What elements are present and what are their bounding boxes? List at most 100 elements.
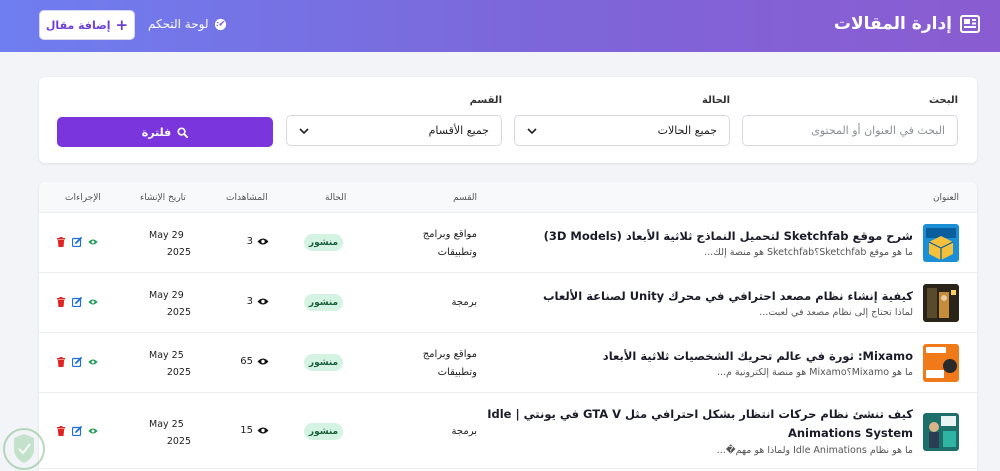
search-label: البحث: [928, 95, 958, 106]
category-label: القسم: [469, 95, 502, 106]
eye-icon: [257, 427, 269, 434]
filter-panel: البحث البحث في العنوان أو المحتوى الحالة…: [39, 77, 977, 163]
th-created: تاريخ الإنشاء: [140, 193, 186, 203]
category-selected: جميع الأقسام: [428, 124, 489, 137]
created-date: May 25 2025: [149, 347, 191, 381]
row-actions: [56, 237, 102, 247]
category-line: مواقع وبرامج: [422, 349, 477, 360]
th-title: العنوان: [932, 193, 959, 203]
status-badge: منشور: [304, 354, 343, 371]
table-row[interactable]: كيفية إنشاء نظام مصعد احترافي في محرك Un…: [39, 273, 977, 333]
date-line: May 25: [149, 419, 184, 430]
date-line: 2025: [166, 247, 191, 258]
filter-button-label: فلترة: [141, 125, 172, 139]
page-title-text: إدارة المقالات: [833, 14, 952, 34]
th-category: القسم: [453, 193, 477, 203]
th-views: المشاهدات: [226, 193, 268, 203]
th-status: الحالة: [325, 193, 347, 203]
plus-icon: +: [115, 15, 129, 34]
trash-icon[interactable]: [56, 237, 66, 247]
views-value: 65: [240, 356, 253, 367]
date-line: May 29: [149, 230, 184, 241]
idle-animations-thumbnail-icon: [923, 413, 959, 451]
views-count: 3: [239, 296, 269, 307]
category-line: وتطبيقات: [437, 247, 477, 258]
edit-icon[interactable]: [72, 426, 82, 436]
views-count: 15: [239, 425, 269, 436]
status-badge: منشور: [304, 294, 343, 311]
dashboard-link[interactable]: لوحة التحكم: [148, 17, 227, 31]
category-line: وتطبيقات: [437, 367, 477, 378]
page-title: إدارة المقالات: [834, 14, 980, 34]
views-value: 3: [246, 236, 253, 247]
created-date: May 25 2025: [149, 416, 191, 450]
row-actions: [56, 297, 102, 307]
eye-icon[interactable]: [88, 357, 98, 367]
status-label: الحالة: [702, 95, 730, 106]
article-title[interactable]: Mixamo: ثورة في عالم تحريك الشخصيات ثلاث…: [483, 347, 913, 366]
date-line: 2025: [166, 367, 191, 378]
article-excerpt: ما هو Mixamo؟Mixamo هو منصة إلكترونية م.…: [716, 367, 913, 378]
3d-models-thumbnail-icon: [923, 224, 959, 262]
views-value: 15: [240, 425, 253, 436]
table-header: العنوان القسم الحالة المشاهدات تاريخ الإ…: [39, 182, 977, 213]
status-badge: منشور: [304, 234, 343, 251]
search-icon: [177, 126, 189, 138]
table-row[interactable]: كيف تنشئ نظام حركات انتظار بشكل احترافي …: [39, 393, 977, 469]
article-category: مواقع وبرامج وتطبيقات: [397, 226, 477, 262]
newspaper-icon: [960, 15, 980, 33]
created-date: May 29 2025: [149, 227, 191, 261]
chevron-down-icon: [299, 127, 309, 134]
article-title[interactable]: كيف تنشئ نظام حركات انتظار بشكل احترافي …: [483, 405, 913, 443]
article-excerpt: لماذا تحتاج إلى نظام مصعد في لعبت...: [759, 307, 913, 318]
add-article-label: إضافة مقال: [45, 18, 111, 32]
status-selected: جميع الحالات: [657, 124, 717, 137]
chevron-down-icon: [527, 127, 537, 134]
article-title[interactable]: كيفية إنشاء نظام مصعد احترافي في محرك Un…: [483, 287, 913, 306]
category-line: برمجة: [451, 426, 477, 437]
eye-icon[interactable]: [88, 426, 98, 436]
eye-icon: [257, 358, 269, 365]
eye-icon: [257, 298, 269, 305]
category-select[interactable]: جميع الأقسام: [286, 115, 502, 146]
article-title-line: Animations System: [787, 426, 913, 440]
date-line: May 29: [149, 290, 184, 301]
search-placeholder: البحث في العنوان أو المحتوى: [811, 124, 945, 137]
trash-icon[interactable]: [56, 297, 66, 307]
date-line: 2025: [166, 436, 191, 447]
article-excerpt: ما هو موقع Sketchfab؟Sketchfab هو منصة إ…: [704, 247, 913, 258]
edit-icon[interactable]: [72, 357, 82, 367]
filter-button[interactable]: فلترة: [57, 117, 273, 147]
top-header: إدارة المقالات لوحة التحكم + إضافة مقال: [0, 0, 1000, 52]
eye-icon[interactable]: [88, 237, 98, 247]
article-category: برمجة: [397, 294, 477, 312]
created-date: May 29 2025: [149, 287, 191, 321]
add-article-button[interactable]: + إضافة مقال: [39, 10, 135, 40]
status-select[interactable]: جميع الحالات: [514, 115, 730, 146]
search-input[interactable]: البحث في العنوان أو المحتوى: [742, 115, 958, 146]
th-actions: الإجراءات: [65, 193, 101, 203]
trash-icon[interactable]: [56, 426, 66, 436]
gauge-icon: [214, 18, 226, 30]
dashboard-link-label: لوحة التحكم: [148, 17, 209, 31]
trash-icon[interactable]: [56, 357, 66, 367]
row-actions: [56, 357, 102, 367]
articles-table: العنوان القسم الحالة المشاهدات تاريخ الإ…: [39, 182, 977, 471]
eye-icon[interactable]: [88, 297, 98, 307]
views-count: 65: [239, 356, 269, 367]
article-title-line: كيف تنشئ نظام حركات انتظار بشكل احترافي …: [487, 407, 913, 421]
article-category: برمجة: [397, 423, 477, 441]
date-line: 2025: [166, 307, 191, 318]
edit-icon[interactable]: [72, 297, 82, 307]
status-badge: منشور: [304, 423, 343, 440]
watermark-logo-icon: [3, 428, 45, 470]
article-title[interactable]: شرح موقع Sketchfab لتحميل النماذج ثلاثية…: [483, 227, 913, 246]
row-actions: [56, 426, 102, 436]
eye-icon: [257, 238, 269, 245]
table-row[interactable]: Mixamo: ثورة في عالم تحريك الشخصيات ثلاث…: [39, 333, 977, 393]
edit-icon[interactable]: [72, 237, 82, 247]
table-row[interactable]: شرح موقع Sketchfab لتحميل النماذج ثلاثية…: [39, 213, 977, 273]
article-excerpt: ما هو نظام Idle Animations ولماذا هو مهم…: [716, 445, 913, 456]
views-value: 3: [246, 296, 253, 307]
category-line: برمجة: [451, 297, 477, 308]
